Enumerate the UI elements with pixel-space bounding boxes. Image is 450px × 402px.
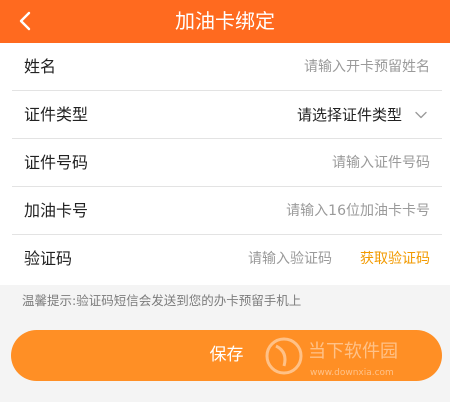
card-number-input[interactable]: 请输入16位加油卡卡号 — [286, 187, 430, 235]
chevron-down-icon[interactable] — [414, 108, 428, 122]
id-number-label: 证件号码 — [24, 153, 89, 172]
verification-input[interactable]: 请输入验证码 — [248, 235, 332, 283]
card-number-row: 加油卡号 请输入16位加油卡卡号 — [12, 187, 442, 235]
header-bar: 加油卡绑定 — [0, 0, 450, 43]
id-number-input[interactable]: 请输入证件号码 — [332, 139, 430, 187]
name-input[interactable]: 请输入开卡预留姓名 — [304, 43, 430, 91]
get-code-button[interactable]: 获取验证码 — [360, 235, 430, 283]
binding-form: 姓名 请输入开卡预留姓名 证件类型 请选择证件类型 证件号码 请输入证件号码 加… — [0, 43, 450, 285]
id-type-row[interactable]: 证件类型 请选择证件类型 — [12, 91, 442, 139]
page-title: 加油卡绑定 — [175, 9, 275, 33]
hint-text: 温馨提示:验证码短信会发送到您的办卡预留手机上 — [22, 293, 302, 308]
verification-row: 验证码 请输入验证码 获取验证码 — [12, 235, 442, 283]
card-number-label: 加油卡号 — [24, 201, 89, 220]
name-row: 姓名 请输入开卡预留姓名 — [12, 43, 442, 91]
id-type-select[interactable]: 请选择证件类型 — [297, 91, 402, 139]
verification-label: 验证码 — [24, 249, 73, 268]
id-number-row: 证件号码 请输入证件号码 — [12, 139, 442, 187]
save-button[interactable]: 保存 — [11, 330, 442, 381]
name-label: 姓名 — [24, 57, 57, 76]
id-type-label: 证件类型 — [24, 105, 89, 124]
